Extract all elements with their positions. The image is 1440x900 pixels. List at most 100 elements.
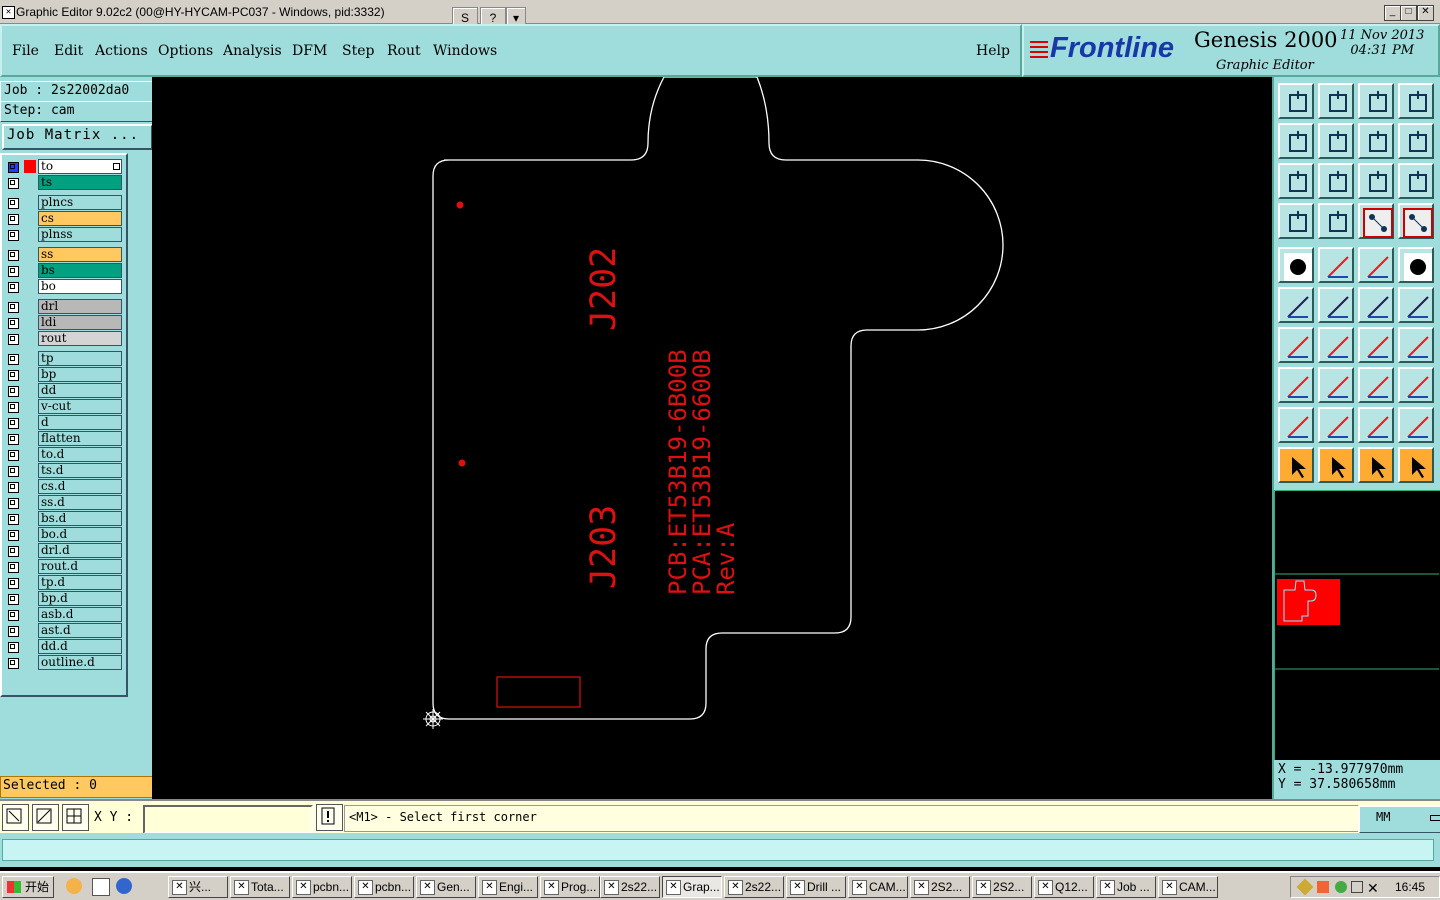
layer-checkbox[interactable] xyxy=(8,514,19,525)
line-angle-icon[interactable] xyxy=(1278,327,1314,363)
layer-label[interactable]: v-cut xyxy=(38,399,122,414)
layer-checkbox[interactable] xyxy=(8,402,19,413)
menu-actions[interactable]: Actions xyxy=(95,43,148,59)
menu-rout[interactable]: Rout xyxy=(387,43,421,59)
layer-row-cs[interactable]: cs xyxy=(4,211,122,226)
split-line-icon[interactable] xyxy=(1318,367,1354,403)
menu-windows[interactable]: Windows xyxy=(433,43,497,59)
layer-checkbox[interactable] xyxy=(8,250,19,261)
layer-checkbox[interactable] xyxy=(8,610,19,621)
taskbar-task[interactable]: ✕ Gen... xyxy=(416,876,476,898)
taskbar-task[interactable]: ✕ CAM... xyxy=(848,876,908,898)
layer-label[interactable]: rout xyxy=(38,331,122,346)
taskbar-task[interactable]: ✕ 兴... xyxy=(168,876,228,898)
layer-row-bo-d[interactable]: bo.d xyxy=(4,527,122,542)
zoom-box-icon[interactable] xyxy=(2,804,29,831)
layer-checkbox[interactable] xyxy=(8,434,19,445)
layer-color-swatch[interactable] xyxy=(24,160,36,173)
menu-analysis[interactable]: Analysis xyxy=(223,43,282,59)
taskbar-task[interactable]: ✕ 2S2... xyxy=(910,876,970,898)
layer-row-bs-d[interactable]: bs.d xyxy=(4,511,122,526)
layer-label[interactable]: cs.d xyxy=(38,479,122,494)
layer-checkbox[interactable] xyxy=(8,546,19,557)
layer-label[interactable]: bp.d xyxy=(38,591,122,606)
ruler-icon[interactable] xyxy=(1358,247,1394,283)
layer-label[interactable]: bs.d xyxy=(38,511,122,526)
layer-label[interactable]: ts.d xyxy=(38,463,122,478)
layer-checkbox[interactable] xyxy=(8,626,19,637)
job-matrix-button[interactable]: Job Matrix ... xyxy=(2,124,153,150)
layer-checkbox[interactable] xyxy=(8,594,19,605)
net-active-icon[interactable] xyxy=(1398,203,1434,239)
menu-help[interactable]: Help xyxy=(976,43,1010,59)
layer-row-ss[interactable]: ss xyxy=(4,247,122,262)
menu-step[interactable]: Step xyxy=(342,43,374,59)
graphic-canvas[interactable]: J202 J203 PCB:ET53B19-6B00B PCA:ET53B19-… xyxy=(152,76,1272,799)
layer-row-ts[interactable]: ts xyxy=(4,175,122,190)
menu-edit[interactable]: Edit xyxy=(54,43,83,59)
query-icon[interactable] xyxy=(1398,163,1434,199)
text-a-bold-icon[interactable] xyxy=(1358,407,1394,443)
layer-checkbox[interactable] xyxy=(8,642,19,653)
layer-row-drl[interactable]: drl xyxy=(4,299,122,314)
layer-row-bp-d[interactable]: bp.d xyxy=(4,591,122,606)
layer-checkbox[interactable] xyxy=(8,214,19,225)
taskbar-task[interactable]: ✕ Drill ... xyxy=(786,876,846,898)
layer-label[interactable]: plncs xyxy=(38,195,122,210)
zoom-in-icon[interactable] xyxy=(1318,83,1354,119)
layer-label[interactable]: to xyxy=(38,159,122,174)
layer-checkbox[interactable] xyxy=(8,530,19,541)
layer-checkbox[interactable] xyxy=(8,498,19,509)
grid-icon[interactable] xyxy=(1318,203,1354,239)
layer-checkbox[interactable] xyxy=(8,562,19,573)
layer-checkbox[interactable] xyxy=(8,162,19,173)
layer-label[interactable]: bp xyxy=(38,367,122,382)
quicklaunch-note-icon[interactable] xyxy=(92,878,110,896)
layer-label[interactable]: d xyxy=(38,415,122,430)
layer-row-dd-d[interactable]: dd.d xyxy=(4,639,122,654)
grid-snap-icon[interactable] xyxy=(62,804,89,831)
layer-label[interactable]: tp.d xyxy=(38,575,122,590)
layer-label[interactable]: to.d xyxy=(38,447,122,462)
window-split-icon[interactable] xyxy=(1398,83,1434,119)
layer-label[interactable]: bo xyxy=(38,279,122,294)
layer-row-v-cut[interactable]: v-cut xyxy=(4,399,122,414)
taskbar-task[interactable]: ✕ Q12... xyxy=(1034,876,1094,898)
text-a-icon[interactable] xyxy=(1318,407,1354,443)
layer-row-flatten[interactable]: flatten xyxy=(4,431,122,446)
layer-row-ss-d[interactable]: ss.d xyxy=(4,495,122,510)
layer-row-bp[interactable]: bp xyxy=(4,367,122,382)
xy-input[interactable] xyxy=(143,805,313,834)
layer-checkbox[interactable] xyxy=(8,482,19,493)
zoom-home-icon[interactable] xyxy=(1278,83,1314,119)
layer-row-rout-d[interactable]: rout.d xyxy=(4,559,122,574)
scale-1-2-icon[interactable] xyxy=(1358,163,1394,199)
layer-row-bs[interactable]: bs xyxy=(4,263,122,278)
measure-icon[interactable] xyxy=(32,804,59,831)
move-point-icon[interactable] xyxy=(1278,367,1314,403)
redo-view-icon[interactable] xyxy=(1398,123,1434,159)
tray-pen-icon[interactable] xyxy=(1296,878,1314,896)
layer-checkbox[interactable] xyxy=(8,266,19,277)
arc-icon[interactable] xyxy=(1358,327,1394,363)
tray-x-icon[interactable]: ✕ xyxy=(1367,878,1379,898)
layer-label[interactable]: dd xyxy=(38,383,122,398)
taskbar-task[interactable]: ✕ Job ... xyxy=(1096,876,1156,898)
layer-row-tp[interactable]: tp xyxy=(4,351,122,366)
layer-checkbox[interactable] xyxy=(8,354,19,365)
overview-map[interactable] xyxy=(1274,490,1440,762)
layer-label[interactable]: plnss xyxy=(38,227,122,242)
taskbar-task[interactable]: ✕ 2s22... xyxy=(600,876,660,898)
close-button[interactable]: ✕ xyxy=(1417,5,1434,21)
zoom-fit-icon[interactable] xyxy=(1278,163,1314,199)
layer-checkbox[interactable] xyxy=(8,282,19,293)
layer-label[interactable]: cs xyxy=(38,211,122,226)
layer-row-dd[interactable]: dd xyxy=(4,383,122,398)
layer-row-outline-d[interactable]: outline.d xyxy=(4,655,122,670)
layer-row-rout[interactable]: rout xyxy=(4,331,122,346)
undo-view-icon[interactable] xyxy=(1358,123,1394,159)
tri-outline-icon[interactable] xyxy=(1278,407,1314,443)
taskbar-task[interactable]: ✕ CAM... xyxy=(1158,876,1218,898)
snap-end-icon[interactable] xyxy=(1358,287,1394,323)
taskbar-task[interactable]: ✕ Tota... xyxy=(230,876,290,898)
